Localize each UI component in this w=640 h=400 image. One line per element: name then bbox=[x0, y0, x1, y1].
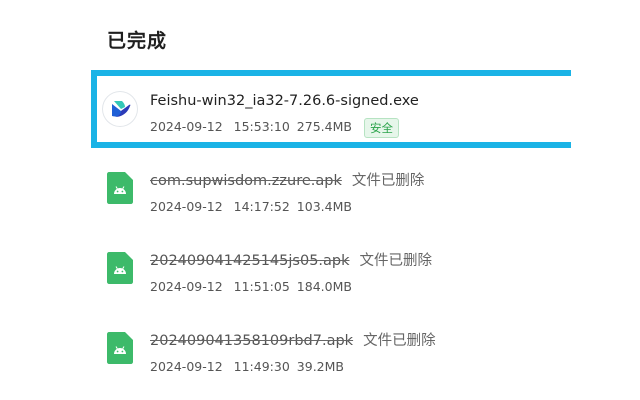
download-name-line: com.supwisdom.zzure.apk 文件已删除 bbox=[150, 170, 424, 192]
download-size: 39.2MB bbox=[296, 359, 344, 374]
download-time: 11:51:05 bbox=[233, 279, 290, 294]
android-apk-icon bbox=[107, 252, 137, 284]
download-item-deleted[interactable]: 202409041425145js05.apk 文件已删除 2024-09-12 1… bbox=[107, 250, 557, 306]
download-time: 14:17:52 bbox=[233, 199, 290, 214]
file-deleted-status: 文件已删除 bbox=[363, 333, 436, 349]
download-date: 2024-09-12 bbox=[150, 199, 223, 214]
download-size: 103.4MB bbox=[296, 199, 352, 214]
download-item-deleted[interactable]: com.supwisdom.zzure.apk 文件已删除 2024-09-12 1… bbox=[107, 170, 557, 226]
android-apk-icon bbox=[107, 172, 137, 204]
file-deleted-status: 文件已删除 bbox=[359, 253, 433, 269]
file-deleted-status: 文件已删除 bbox=[351, 173, 425, 189]
download-meta: 2024-09-12 11:51:05 184.0MB bbox=[150, 278, 352, 296]
download-file-name[interactable]: 202409041425145js05.apk bbox=[150, 253, 350, 269]
highlight-box bbox=[91, 70, 571, 148]
download-meta: 2024-09-12 14:17:52 103.4MB bbox=[150, 198, 352, 216]
download-name-line: 202409041425145js05.apk 文件已删除 bbox=[150, 250, 432, 272]
download-file-name[interactable]: com.supwisdom.zzure.apk bbox=[150, 173, 342, 189]
download-time: 11:49:30 bbox=[233, 359, 290, 374]
download-list: Feishu-win32_ia32-7.26.6-signed.exe 2024… bbox=[0, 0, 640, 400]
download-size: 184.0MB bbox=[296, 279, 352, 294]
download-date: 2024-09-12 bbox=[150, 359, 223, 374]
android-apk-icon bbox=[107, 332, 137, 364]
download-meta: 2024-09-12 11:49:30 39.2MB bbox=[150, 358, 344, 376]
download-file-name[interactable]: 202409041358109rbd7.apk bbox=[150, 333, 353, 349]
download-item-deleted[interactable]: 202409041358109rbd7.apk 文件已删除 2024-09-12 1… bbox=[107, 330, 557, 386]
download-date: 2024-09-12 bbox=[150, 279, 223, 294]
download-name-line: 202409041358109rbd7.apk 文件已删除 bbox=[150, 330, 436, 352]
